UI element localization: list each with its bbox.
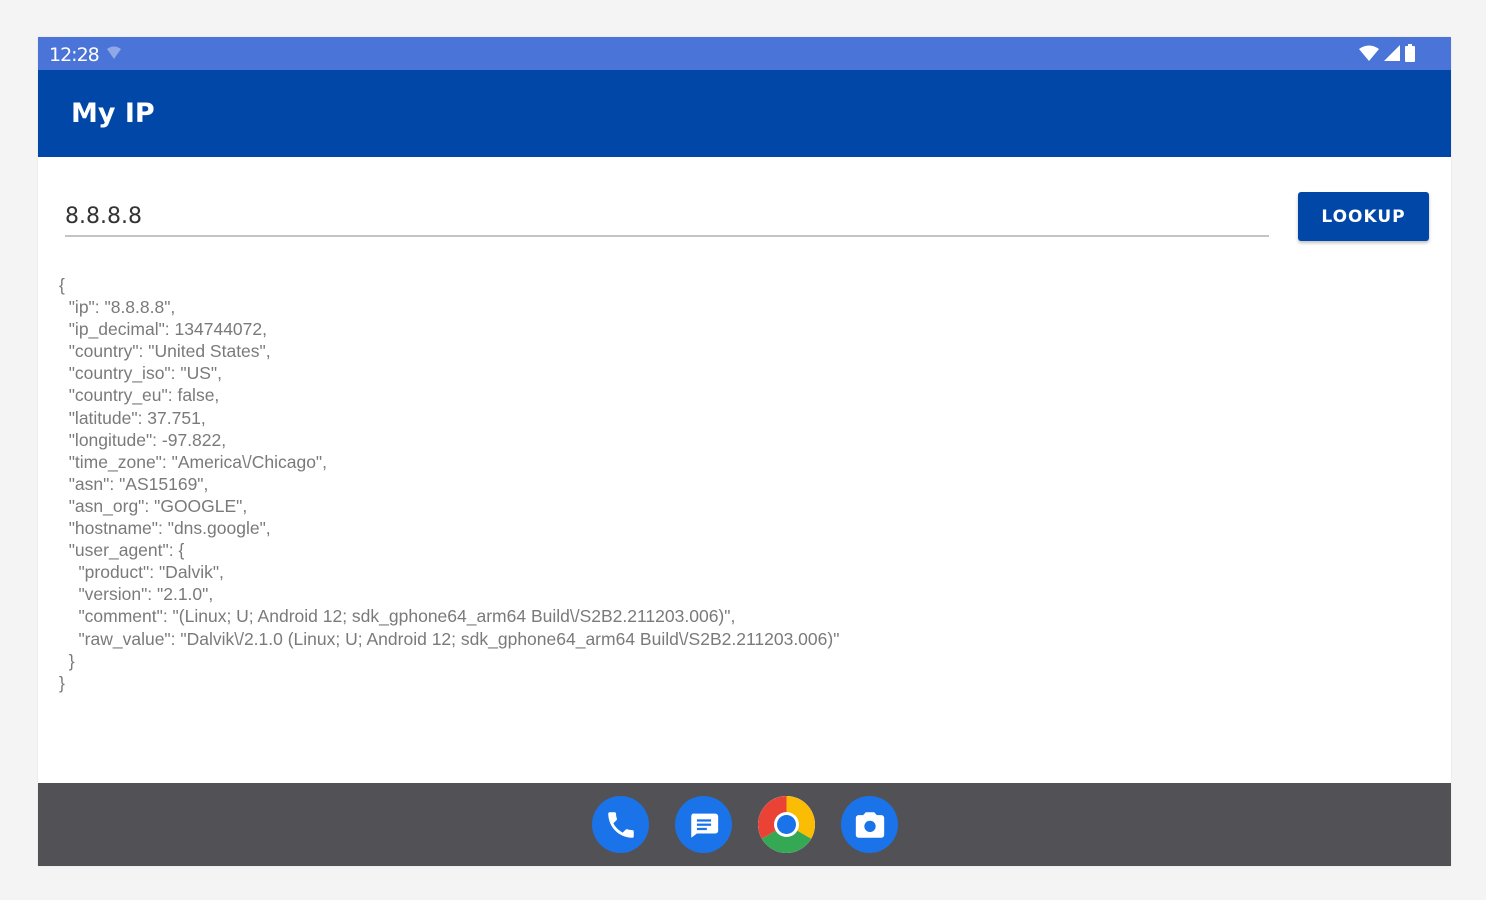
json-line: "country": "United States", <box>68 341 271 362</box>
json-result-output: { "ip": "8.8.8.8", "ip_decimal": 1347440… <box>59 274 1419 694</box>
phone-icon[interactable] <box>592 796 649 853</box>
json-line: "latitude": 37.751, <box>68 407 206 428</box>
json-line: "product": "Dalvik", <box>78 562 224 583</box>
chrome-icon[interactable] <box>758 796 815 853</box>
json-line: "ip_decimal": 134744072, <box>68 319 267 340</box>
json-line: "hostname": "dns.google", <box>68 518 271 539</box>
battery-icon <box>1405 44 1415 62</box>
json-line: { <box>59 275 65 295</box>
json-line: } <box>68 650 75 671</box>
navigation-bar <box>38 783 1451 866</box>
signal-icon <box>1384 45 1400 61</box>
status-time: 12:28 <box>49 44 100 66</box>
status-bar: 12:28 <box>38 37 1451 70</box>
json-line: "asn_org": "GOOGLE", <box>68 495 248 516</box>
json-line: "time_zone": "America\/Chicago", <box>68 451 328 472</box>
app-dock <box>592 796 898 853</box>
json-line: "comment": "(Linux; U; Android 12; sdk_g… <box>78 606 736 627</box>
device-screen: 12:28 My IP LOOKUP { "ip": "8.8.8.8", "i… <box>38 37 1451 866</box>
messages-icon[interactable] <box>675 796 732 853</box>
notification-icon <box>106 46 122 65</box>
lookup-button[interactable]: LOOKUP <box>1298 192 1429 241</box>
status-icons <box>1359 44 1415 62</box>
camera-icon[interactable] <box>841 796 898 853</box>
app-title: My IP <box>71 98 155 129</box>
json-line: "longitude": -97.822, <box>68 429 227 450</box>
wifi-icon <box>1359 45 1379 61</box>
json-line: "country_iso": "US", <box>68 363 222 384</box>
app-bar: My IP <box>38 70 1451 157</box>
json-line: "user_agent": { <box>68 540 185 561</box>
json-line: "ip": "8.8.8.8", <box>68 297 176 318</box>
json-line: } <box>59 672 65 693</box>
json-line: "version": "2.1.0", <box>78 584 214 605</box>
json-line: "asn": "AS15169", <box>68 473 209 494</box>
json-line: "raw_value": "Dalvik\/2.1.0 (Linux; U; A… <box>78 628 840 649</box>
ip-address-input[interactable] <box>65 197 1269 237</box>
json-line: "country_eu": false, <box>68 385 220 406</box>
